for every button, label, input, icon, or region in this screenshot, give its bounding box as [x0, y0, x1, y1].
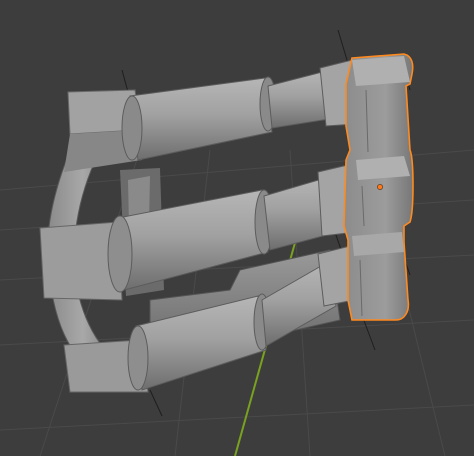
arm-top	[121, 59, 357, 161]
3d-viewport[interactable]	[0, 0, 474, 456]
viewport-canvas[interactable]	[0, 0, 474, 456]
object-origin-icon	[377, 184, 383, 190]
selected-flange[interactable]	[343, 53, 414, 321]
